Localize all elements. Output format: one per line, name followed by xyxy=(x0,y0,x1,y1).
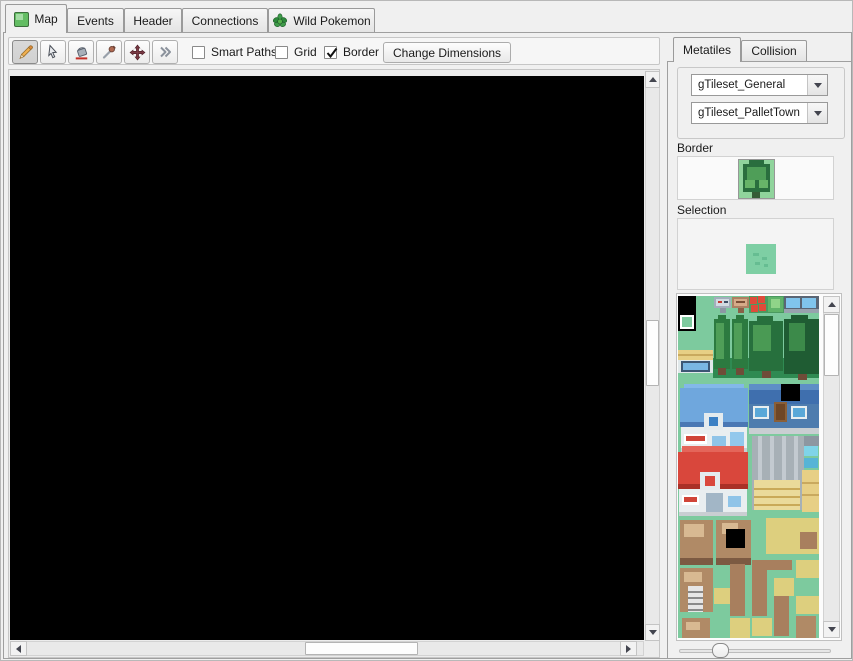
smart-paths-checkbox[interactable]: Smart Paths xyxy=(192,38,277,66)
dropdown-arrow-icon xyxy=(814,83,822,88)
tab-collision[interactable]: Collision xyxy=(741,40,807,61)
dropdown-arrow-icon xyxy=(814,111,822,116)
tileset-picker-canvas[interactable] xyxy=(678,296,819,638)
map-canvas[interactable] xyxy=(10,76,644,640)
bucket-fill-tool-button[interactable] xyxy=(68,40,94,64)
tab-connections[interactable]: Connections xyxy=(182,8,268,32)
tab-wild-pokemon-label: Wild Pokemon xyxy=(293,14,370,28)
grid-label: Grid xyxy=(294,45,317,59)
border-checkbox-box[interactable] xyxy=(324,46,337,59)
primary-tileset-dropdown-button[interactable] xyxy=(807,75,827,95)
tileset-vscroll-up-button[interactable] xyxy=(823,296,840,313)
arrow-left-icon xyxy=(16,645,21,653)
tab-wild-pokemon[interactable]: Wild Pokemon xyxy=(268,8,375,32)
arrow-down-icon xyxy=(649,630,657,635)
primary-tileset-value: gTileset_General xyxy=(692,79,807,91)
primary-tileset-combobox[interactable]: gTileset_General xyxy=(691,74,828,96)
tab-header-label: Header xyxy=(133,14,172,28)
smart-paths-label: Smart Paths xyxy=(211,45,277,59)
pencil-tool-button[interactable] xyxy=(12,40,38,64)
arrow-right-icon xyxy=(626,645,631,653)
grid-checkbox[interactable]: Grid xyxy=(275,38,317,66)
tab-connections-label: Connections xyxy=(192,14,259,28)
eyedropper-icon xyxy=(101,44,117,60)
bucket-fill-icon xyxy=(73,44,90,61)
border-metatile-preview[interactable] xyxy=(738,159,775,199)
shift-tool-button[interactable] xyxy=(152,40,178,64)
shift-chevrons-icon xyxy=(157,44,173,60)
move-arrows-icon xyxy=(129,44,146,61)
tab-events[interactable]: Events xyxy=(67,8,124,32)
map-hscroll-thumb[interactable] xyxy=(305,642,418,655)
check-icon xyxy=(325,46,339,60)
map-hscroll-left-button[interactable] xyxy=(10,641,27,656)
arrow-up-icon xyxy=(828,302,836,307)
secondary-tileset-value: gTileset_PalletTown xyxy=(692,107,807,119)
tab-events-label: Events xyxy=(77,14,114,28)
secondary-tileset-combobox[interactable]: gTileset_PalletTown xyxy=(691,102,828,124)
border-section-label: Border xyxy=(677,141,713,155)
eyedropper-tool-button[interactable] xyxy=(96,40,122,64)
border-checkbox-label: Border xyxy=(343,45,379,59)
move-tool-button[interactable] xyxy=(124,40,150,64)
change-dimensions-button[interactable]: Change Dimensions xyxy=(383,42,511,63)
tileset-zoom-slider-handle[interactable] xyxy=(712,643,729,658)
map-editor-window: Map Events Header Connections Wild Pokem… xyxy=(0,0,853,661)
tileset-zoom-slider-track[interactable] xyxy=(679,649,831,653)
map-vscroll-down-button[interactable] xyxy=(645,624,660,641)
secondary-tileset-dropdown-button[interactable] xyxy=(807,103,827,123)
tab-map[interactable]: Map xyxy=(5,4,67,33)
smart-paths-checkbox-box[interactable] xyxy=(192,46,205,59)
pointer-tool-button[interactable] xyxy=(40,40,66,64)
wild-pokemon-plant-icon xyxy=(272,13,288,29)
map-vscroll-thumb[interactable] xyxy=(646,320,659,386)
tab-metatiles[interactable]: Metatiles xyxy=(673,37,741,62)
tileset-vscroll-thumb[interactable] xyxy=(824,314,839,376)
grid-checkbox-box[interactable] xyxy=(275,46,288,59)
map-toolbar: Smart Paths Grid Border Change Dimension… xyxy=(8,37,660,65)
tab-header[interactable]: Header xyxy=(124,8,182,32)
arrow-up-icon xyxy=(649,77,657,82)
pencil-icon xyxy=(17,44,34,61)
pointer-cursor-icon xyxy=(45,44,61,60)
arrow-down-icon xyxy=(828,627,836,632)
map-tab-icon xyxy=(14,12,29,27)
selection-section-label: Selection xyxy=(677,203,726,217)
map-vscroll-up-button[interactable] xyxy=(645,71,660,88)
tileset-vscroll-down-button[interactable] xyxy=(823,621,840,638)
tab-map-label: Map xyxy=(34,12,57,26)
selected-metatile-preview xyxy=(746,244,776,274)
map-hscroll-right-button[interactable] xyxy=(620,641,637,656)
border-checkbox[interactable]: Border xyxy=(324,38,379,66)
